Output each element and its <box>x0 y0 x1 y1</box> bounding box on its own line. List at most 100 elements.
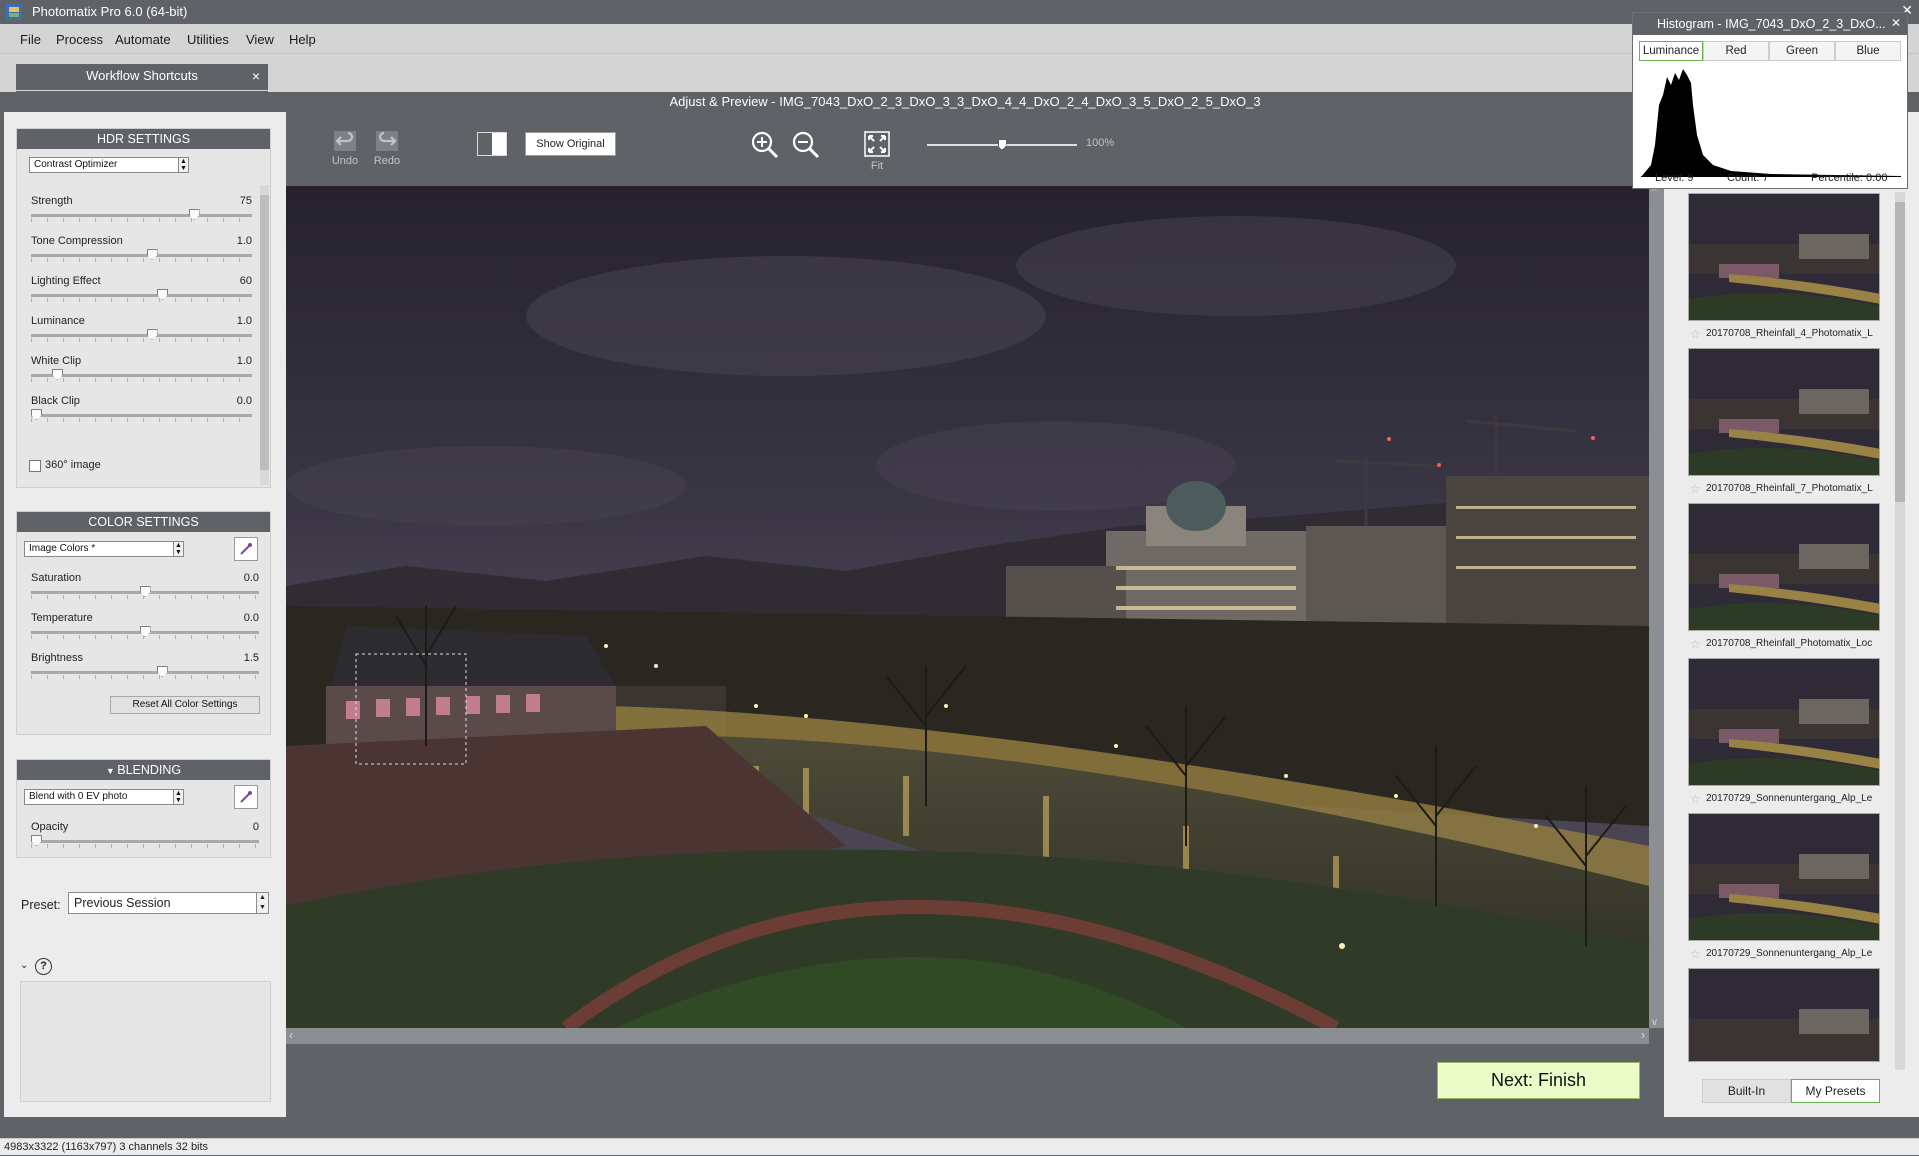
reset-color-settings-button[interactable]: Reset All Color Settings <box>110 696 260 714</box>
redo-label: Redo <box>373 155 401 167</box>
slider-track[interactable] <box>31 414 252 417</box>
preset-name: 20170708_Rheinfall_Photomatix_Loc <box>1706 638 1873 649</box>
next-finish-button[interactable]: Next: Finish <box>1437 1062 1640 1099</box>
tone-compression-slider[interactable]: Tone Compression 1.0 <box>17 235 270 269</box>
tab-red[interactable]: Red <box>1703 41 1769 61</box>
hdr-method-select[interactable]: Contrast Optimizer ▲ ▼ <box>29 157 189 173</box>
color-settings-section: COLOR SETTINGS Image Colors * ▲ ▼ Saturat… <box>16 511 271 735</box>
section-header[interactable]: ▼ BLENDING <box>17 760 270 780</box>
hdr-settings-section: HDR SETTINGS Contrast Optimizer ▲ ▼ Stren… <box>16 128 271 488</box>
slider-track[interactable] <box>31 334 252 337</box>
blend-picker-button[interactable] <box>234 785 258 809</box>
spin-arrows-icon: ▲ ▼ <box>178 158 188 172</box>
black-clip-slider[interactable]: Black Clip 0.0 <box>17 395 270 429</box>
help-text-area <box>20 981 271 1102</box>
tab-my-presets[interactable]: My Presets <box>1791 1079 1880 1103</box>
360-image-checkbox[interactable] <box>29 460 41 472</box>
scroll-right-icon[interactable]: › <box>1641 1028 1645 1042</box>
slider-ticks <box>31 844 259 848</box>
split-view-icon[interactable] <box>477 132 507 156</box>
temperature-slider[interactable]: Temperature 0.0 <box>17 612 270 646</box>
color-picker-button[interactable] <box>234 537 258 561</box>
chevron-down-icon[interactable]: ⌄ <box>20 960 28 971</box>
close-icon[interactable]: ✕ <box>1891 16 1901 30</box>
menu-process[interactable]: Process <box>56 32 103 47</box>
black-clip-label: Black Clip <box>31 395 80 407</box>
preset-thumbnail[interactable] <box>1688 658 1880 786</box>
preview-hscrollbar[interactable]: ‹ › <box>286 1028 1649 1044</box>
preset-preview-image <box>1689 969 1879 1061</box>
brightness-value: 1.5 <box>243 652 259 664</box>
lighting-effect-slider[interactable]: Lighting Effect 60 <box>17 275 270 309</box>
slider-track[interactable] <box>31 214 252 217</box>
preset-thumbnail[interactable] <box>1688 193 1880 321</box>
menu-help[interactable]: Help <box>289 32 316 47</box>
preset-caption: ☆ 20170708_Rheinfall_Photomatix_Loc <box>1688 637 1883 651</box>
show-original-button[interactable]: Show Original <box>525 132 616 156</box>
scroll-left-icon[interactable]: ‹ <box>289 1028 293 1042</box>
scroll-thumb[interactable] <box>1895 202 1905 502</box>
undo-button[interactable]: Undo <box>330 130 360 167</box>
strength-slider[interactable]: Strength 75 <box>17 195 270 229</box>
tab-green[interactable]: Green <box>1769 41 1835 61</box>
color-mode-select[interactable]: Image Colors * ▲ ▼ <box>24 541 184 557</box>
star-icon[interactable]: ☆ <box>1690 637 1701 651</box>
preset-select[interactable]: Previous Session ▲ ▼ <box>68 892 269 914</box>
zoom-slider[interactable] <box>927 139 1077 150</box>
star-icon[interactable]: ☆ <box>1690 947 1701 961</box>
white-clip-slider[interactable]: White Clip 1.0 <box>17 355 270 389</box>
tab-workflow-shortcuts[interactable]: Workflow Shortcuts × <box>16 64 268 94</box>
close-icon[interactable]: × <box>252 64 260 88</box>
tab-built-in[interactable]: Built-In <box>1702 1079 1791 1103</box>
star-icon[interactable]: ☆ <box>1690 327 1701 341</box>
eyedropper-icon <box>240 791 252 803</box>
saturation-slider[interactable]: Saturation 0.0 <box>17 572 270 606</box>
star-icon[interactable]: ☆ <box>1690 792 1701 806</box>
undo-label: Undo <box>331 155 359 167</box>
zoom-out-icon[interactable] <box>792 131 820 159</box>
slider-track[interactable] <box>31 374 252 377</box>
slider-track[interactable] <box>31 294 252 297</box>
preset-thumbnail[interactable] <box>1688 348 1880 476</box>
redo-button[interactable]: Redo <box>372 130 402 167</box>
zoom-slider-thumb[interactable] <box>997 139 1007 150</box>
opacity-slider[interactable]: Opacity 0 <box>17 821 270 855</box>
preview-image[interactable] <box>286 186 1649 1028</box>
slider-ticks <box>31 675 259 679</box>
slider-track[interactable] <box>31 840 259 843</box>
section-header: COLOR SETTINGS <box>17 512 270 532</box>
opacity-label: Opacity <box>31 821 69 833</box>
tab-blue[interactable]: Blue <box>1835 41 1901 61</box>
zoom-in-icon[interactable] <box>751 131 779 159</box>
fit-button[interactable]: Fit <box>863 131 891 172</box>
star-icon[interactable]: ☆ <box>1690 482 1701 496</box>
preview-title: Adjust & Preview - IMG_7043_DxO_2_3_DxO_… <box>669 94 1261 109</box>
luminance-slider[interactable]: Luminance 1.0 <box>17 315 270 349</box>
preset-caption: ☆ 20170708_Rheinfall_4_Photomatix_L <box>1688 327 1883 341</box>
preset-thumbnail[interactable] <box>1688 813 1880 941</box>
slider-track[interactable] <box>31 254 252 257</box>
preset-thumbnail[interactable] <box>1688 503 1880 631</box>
tab-luminance[interactable]: Luminance <box>1639 41 1703 61</box>
blend-mode-select[interactable]: Blend with 0 EV photo ▲ ▼ <box>24 789 184 805</box>
undo-icon <box>334 131 356 151</box>
preset-thumbnail[interactable] <box>1688 968 1880 1062</box>
menu-automate[interactable]: Automate <box>115 32 171 47</box>
presets-scrollbar[interactable] <box>1895 192 1905 1070</box>
preview-vscrollbar[interactable]: ^ v <box>1649 186 1664 1028</box>
menu-view[interactable]: View <box>246 32 274 47</box>
preset-preview-image <box>1689 814 1879 940</box>
menu-utilities[interactable]: Utilities <box>187 32 229 47</box>
window-title: Photomatix Pro 6.0 (64-bit) <box>32 4 188 19</box>
preset-name: 20170729_Sonnenuntergang_Alp_Le <box>1706 793 1873 804</box>
scroll-down-icon[interactable]: v <box>1652 1017 1657 1028</box>
tone-compression-label: Tone Compression <box>31 235 123 247</box>
section-title: BLENDING <box>117 763 182 777</box>
status-bar: 4983x3322 (1163x797) 3 channels 32 bits <box>0 1138 1919 1155</box>
slider-ticks <box>31 418 252 422</box>
select-value: Previous Session <box>74 896 171 910</box>
help-icon[interactable]: ? <box>35 958 52 975</box>
slider-track[interactable] <box>31 671 259 674</box>
menu-file[interactable]: File <box>20 32 41 47</box>
brightness-slider[interactable]: Brightness 1.5 <box>17 652 270 686</box>
